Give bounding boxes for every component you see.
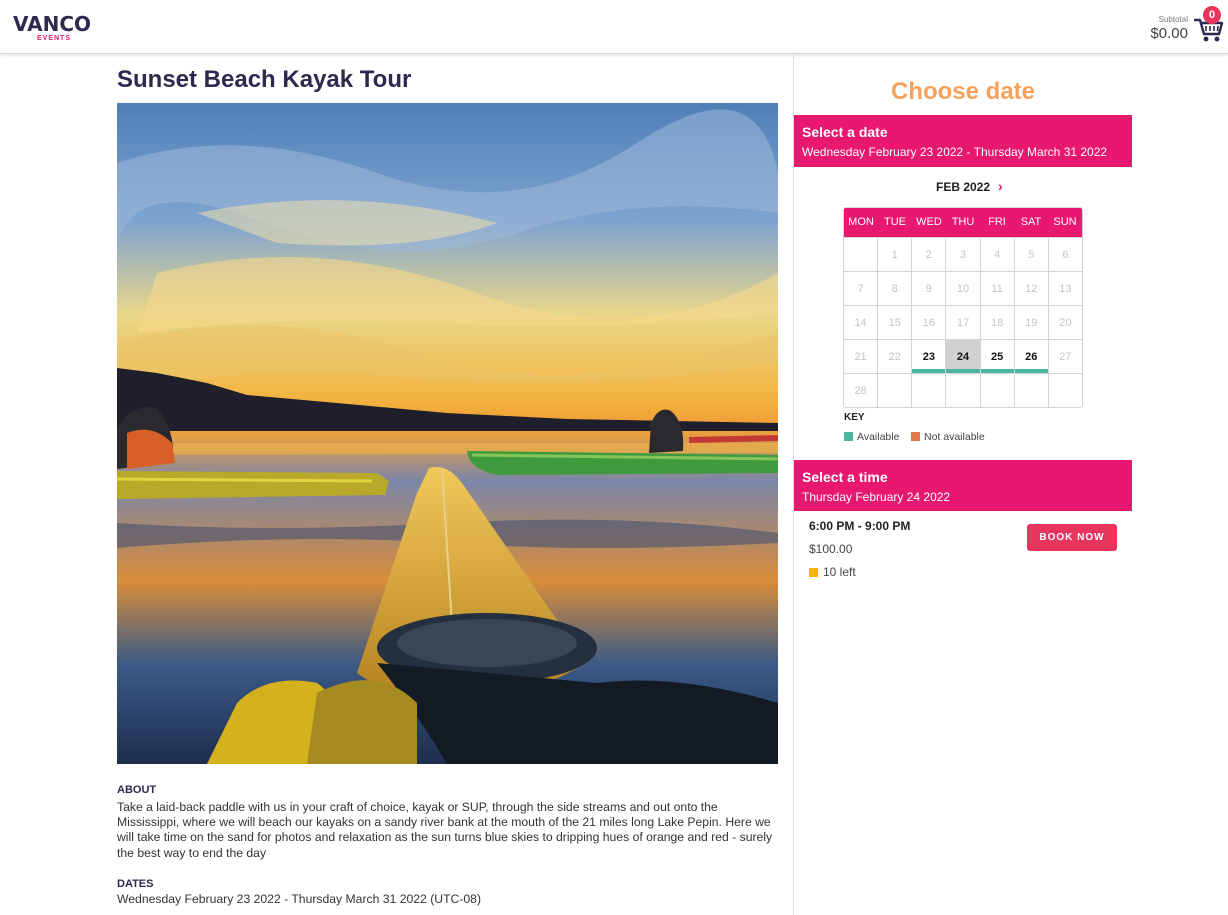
select-date-panel: Select a date Wednesday February 23 2022… [794,115,1132,167]
calendar-empty-cell [877,374,911,407]
calendar-day-5: 5 [1013,238,1048,271]
book-now-button[interactable]: BOOK NOW [1027,524,1117,551]
calendar-day-8: 8 [877,272,911,305]
select-time-date: Thursday February 24 2022 [802,490,951,504]
calendar-day-24[interactable]: 24 [945,340,980,373]
calendar-weekday-header: MON TUE WED THU FRI SAT SUN [844,208,1082,237]
weekday-wed: WED [916,216,942,228]
dates-text: Wednesday February 23 2022 - Thursday Ma… [117,892,481,906]
subtotal-value: $0.00 [1150,25,1188,42]
calendar-week-row: 14 15 16 17 18 19 20 [844,305,1082,339]
calendar-empty-cell [945,374,979,407]
weekday-fri: FRI [988,216,1006,228]
calendar-day-13: 13 [1047,272,1082,305]
slot-time: 6:00 PM - 9:00 PM [809,519,911,533]
weekday-tue: TUE [884,216,906,228]
weekday-sat: SAT [1020,216,1042,228]
calendar-day-4: 4 [979,238,1014,271]
not-available-swatch [911,432,920,441]
calendar-day-19: 19 [1013,306,1048,339]
select-time-title: Select a time [802,469,888,485]
cart-count-badge: 0 [1203,6,1221,24]
weekday-thu: THU [951,216,975,228]
calendar-day-18: 18 [979,306,1014,339]
calendar-body: 1 2 3 4 5 6 7 8 9 10 11 12 13 14 15 16 17 18 19 20 21 22 23 24 2… [844,237,1082,407]
calendar-day-28: 28 [854,385,867,397]
calendar-day-15: 15 [877,306,911,339]
chevron-right-icon[interactable]: › [998,178,1010,194]
key-not-available: Not available [911,431,985,443]
about-text: Take a laid-back paddle with us in your … [117,800,773,860]
event-title: Sunset Beach Kayak Tour [117,66,412,93]
event-image [117,103,778,764]
calendar-day-16: 16 [911,306,945,339]
remaining-swatch [809,568,818,577]
calendar-day-22: 22 [877,340,911,373]
slot-price: $100.00 [809,542,853,556]
calendar-day-17: 17 [945,306,979,339]
select-time-panel: Select a time Thursday February 24 2022 [794,460,1132,511]
calendar-day-2: 2 [911,238,945,271]
slot-remaining: 10 left [809,565,856,579]
weekday-sun: SUN [1053,216,1077,228]
calendar-day-11: 11 [979,272,1014,305]
calendar-week-row: 123456 [844,237,1082,271]
choose-date-heading: Choose date [890,78,1036,105]
logo-wordmark: VANCO [13,12,92,36]
select-date-title: Select a date [802,124,888,140]
top-header: VANCO EVENTS Subtotal $0.00 0 [0,0,1228,54]
calendar-day-10: 10 [945,272,979,305]
subtotal: Subtotal $0.00 [1150,15,1188,42]
key-not-available-label: Not available [924,431,985,443]
calendar-empty-cell [911,374,945,407]
calendar-day-21: 21 [854,351,867,363]
calendar-empty-cell [844,238,877,271]
calendar-day-3: 3 [945,238,979,271]
calendar-day-25[interactable]: 25 [979,340,1014,373]
calendar-day-14: 14 [854,317,867,329]
key-label: KEY [844,412,865,423]
vanco-events-logo[interactable]: VANCO EVENTS [13,12,103,44]
calendar-day-7: 7 [857,283,864,295]
calendar-week-row: 7 8 9 10 11 12 13 [844,271,1082,305]
calendar-empty-cell [1047,374,1082,407]
calendar-day-1: 1 [877,238,911,271]
dates-label: DATES [117,878,154,890]
calendar-week-row: 21 22 23 24 25 26 27 [844,339,1082,373]
calendar-day-26[interactable]: 26 [1013,340,1048,373]
calendar-day-27: 27 [1047,340,1082,373]
month-label: FEB 2022 [936,180,991,194]
calendar-week-row: 28 [844,373,1082,407]
key-available: Available [844,431,899,443]
slot-remaining-label: 10 left [823,565,856,579]
calendar-empty-cell [979,374,1014,407]
select-date-range: Wednesday February 23 2022 - Thursday Ma… [802,145,1108,159]
calendar-day-9: 9 [911,272,945,305]
available-swatch [844,432,853,441]
calendar-day-12: 12 [1013,272,1048,305]
calendar-day-20: 20 [1047,306,1082,339]
key-available-label: Available [857,431,900,443]
calendar-empty-cell [1013,374,1048,407]
date-calendar: MON TUE WED THU FRI SAT SUN 1 2 3 4 5 6 7 8 9 10 11 12 13 1… [843,207,1083,408]
about-label: ABOUT [117,784,157,796]
subtotal-label: Subtotal [1158,15,1188,24]
weekday-mon: MON [848,216,874,228]
calendar-day-23[interactable]: 23 [911,340,946,373]
logo-subtext: EVENTS [37,35,72,42]
calendar-day-6: 6 [1047,238,1082,271]
